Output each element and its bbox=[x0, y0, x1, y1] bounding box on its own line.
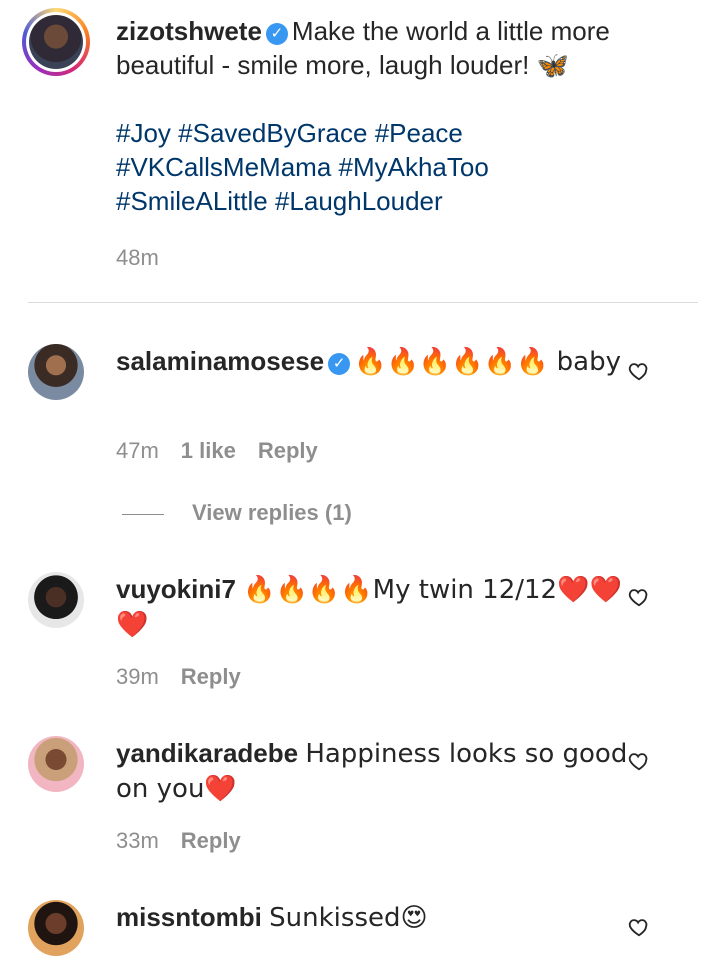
hashtags-line-1[interactable]: #Joy #SavedByGrace #Peace bbox=[116, 116, 640, 150]
caption-text-block: zizotshwete ✓ Make the world a little more… bbox=[116, 14, 640, 218]
comment-3-time: 33m bbox=[116, 828, 159, 853]
comment-1-text-block: salaminamosese ✓ 🔥🔥🔥🔥🔥🔥 baby bbox=[116, 344, 640, 379]
heart-outline-icon[interactable] bbox=[628, 586, 650, 608]
comment-1-meta: 47m 1 like Reply bbox=[116, 438, 340, 464]
divider bbox=[28, 302, 698, 303]
comment-avatar-missntombi[interactable] bbox=[28, 900, 84, 956]
reply-button[interactable]: Reply bbox=[258, 438, 318, 463]
hashtags-line-2[interactable]: #VKCallsMeMama #MyAkhaToo bbox=[116, 150, 640, 184]
comment-3-username[interactable]: yandikaradebe bbox=[116, 738, 298, 768]
comment-2-time: 39m bbox=[116, 664, 159, 689]
caption-time: 48m bbox=[116, 245, 159, 270]
comment-3-text-block: yandikaradebe Happiness looks so good on… bbox=[116, 736, 640, 806]
comment-1-username[interactable]: salaminamosese bbox=[116, 346, 324, 376]
comment-avatar-vuyokini7[interactable] bbox=[28, 572, 84, 628]
comment-2-text-block: vuyokini7 🔥🔥🔥🔥My twin 12/12❤️❤️❤️ bbox=[116, 572, 640, 642]
heart-outline-icon[interactable] bbox=[628, 916, 650, 938]
reply-button[interactable]: Reply bbox=[181, 664, 241, 689]
heart-outline-icon[interactable] bbox=[628, 360, 650, 382]
caption-username[interactable]: zizotshwete bbox=[116, 16, 262, 46]
comment-3-meta: 33m Reply bbox=[116, 828, 263, 854]
comment-2-username[interactable]: vuyokini7 bbox=[116, 574, 236, 604]
verified-badge-icon: ✓ bbox=[328, 353, 351, 375]
reply-button[interactable]: Reply bbox=[181, 828, 241, 853]
comment-4-text-block: missntombi Sunkissed😍 bbox=[116, 900, 640, 935]
comment-4-text: Sunkissed😍 bbox=[269, 903, 428, 933]
hashtags-line-3[interactable]: #SmileALittle #LaughLouder bbox=[116, 184, 640, 218]
comment-1-text: 🔥🔥🔥🔥🔥🔥 baby bbox=[354, 347, 621, 377]
view-replies-button[interactable]: View replies (1) bbox=[122, 500, 352, 526]
comment-avatar-yandikaradebe[interactable] bbox=[28, 736, 84, 792]
comment-1-time: 47m bbox=[116, 438, 159, 463]
comment-4-username[interactable]: missntombi bbox=[116, 902, 262, 932]
heart-outline-icon[interactable] bbox=[628, 750, 650, 772]
comment-2-meta: 39m Reply bbox=[116, 664, 263, 690]
caption-meta: 48m bbox=[116, 245, 181, 271]
divider-line bbox=[122, 513, 164, 515]
comment-avatar-salaminamosese[interactable] bbox=[28, 344, 84, 400]
comment-1-likes[interactable]: 1 like bbox=[181, 438, 236, 463]
view-replies-label: View replies (1) bbox=[192, 500, 352, 525]
caption-avatar[interactable] bbox=[22, 8, 90, 76]
verified-badge-icon: ✓ bbox=[265, 23, 288, 45]
